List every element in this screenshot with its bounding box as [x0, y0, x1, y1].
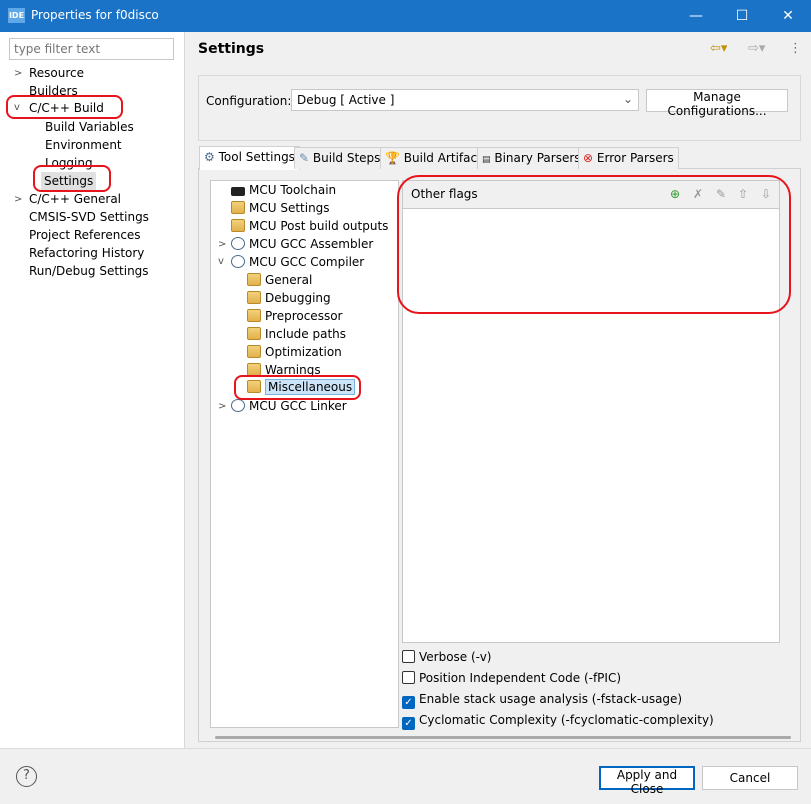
fpic-checkbox[interactable]: Position Independent Code (-fPIC) [402, 671, 621, 685]
folder-settings-icon [247, 273, 261, 286]
stack-usage-checkbox[interactable]: ✓ Enable stack usage analysis (-fstack-us… [402, 692, 682, 709]
tree-item-general[interactable]: General [247, 273, 312, 287]
tree-item-preprocessor[interactable]: Preprocessor [247, 309, 342, 323]
maximize-button[interactable]: ☐ [719, 0, 765, 32]
tree-item-debugging[interactable]: Debugging [247, 291, 331, 305]
tree-item-gcc-compiler[interactable]: MCU GCC Compiler [231, 255, 364, 269]
configuration-select[interactable]: Debug [ Active ] ⌄ [291, 89, 639, 111]
folder-settings-icon [231, 201, 245, 214]
annotation-highlight [234, 375, 361, 400]
back-arrow-icon[interactable]: ⇦▾ [710, 41, 727, 56]
tab-binary-parsers[interactable]: ▤ Binary Parsers [477, 147, 586, 169]
annotation-highlight [6, 95, 123, 119]
tree-item-cmsis-svd[interactable]: CMSIS-SVD Settings [29, 210, 149, 224]
tab-build-artifact[interactable]: 🏆 Build Artifact [380, 147, 487, 169]
tree-item-refactoring-history[interactable]: Refactoring History [29, 246, 144, 260]
configuration-label: Configuration: [206, 94, 292, 108]
tree-item-environment[interactable]: Environment [45, 138, 122, 152]
help-icon[interactable]: ? [16, 766, 37, 787]
chevron-down-icon: ⌄ [622, 92, 633, 106]
page-title: Settings [198, 41, 265, 57]
folder-settings-icon [247, 327, 261, 340]
divider [0, 748, 811, 749]
annotation-highlight [33, 165, 111, 192]
tab-tool-settings[interactable]: ⚙ Tool Settings [199, 146, 300, 170]
gear-icon [231, 399, 245, 412]
checkmark-icon: ✓ [402, 696, 415, 709]
folder-settings-icon [231, 219, 245, 232]
chevron-right-icon[interactable]: > [218, 401, 226, 412]
tree-item-mcu-settings[interactable]: MCU Settings [231, 201, 330, 215]
title-bar: IDE Properties for f0disco — ☐ ✕ [0, 0, 811, 32]
more-menu-icon[interactable]: ⋮ [789, 41, 802, 56]
tab-error-parsers[interactable]: ⊗ Error Parsers [578, 147, 679, 169]
chevron-down-icon[interactable]: v [218, 256, 224, 267]
horizontal-scrollbar[interactable] [215, 736, 791, 739]
gear-icon [231, 255, 245, 268]
forward-arrow-icon[interactable]: ⇨▾ [748, 41, 765, 56]
tree-item-build-variables[interactable]: Build Variables [45, 120, 134, 134]
tree-item-gcc-linker[interactable]: MCU GCC Linker [231, 399, 347, 413]
tree-item-run-debug[interactable]: Run/Debug Settings [29, 264, 149, 278]
chevron-right-icon[interactable]: > [14, 68, 22, 79]
trophy-icon: 🏆 [385, 151, 400, 165]
ide-logo: IDE [8, 8, 25, 23]
checkmark-icon: ✓ [402, 717, 415, 730]
tree-item-project-references[interactable]: Project References [29, 228, 141, 242]
build-steps-icon: ✎ [299, 151, 310, 165]
configuration-value: Debug [ Active ] [297, 93, 395, 107]
tab-build-steps[interactable]: ✎ Build Steps [294, 147, 386, 169]
verbose-checkbox[interactable]: Verbose (-v) [402, 650, 491, 664]
cyclomatic-checkbox[interactable]: ✓ Cyclomatic Complexity (-fcyclomatic-com… [402, 713, 714, 730]
error-icon: ⊗ [583, 151, 594, 165]
manage-configurations-button[interactable]: Manage Configurations... [646, 89, 788, 118]
tree-item-mcu-post-build[interactable]: MCU Post build outputs [231, 219, 388, 233]
cancel-button[interactable]: Cancel [702, 766, 798, 790]
chip-icon [231, 187, 245, 196]
checkbox-icon [402, 650, 415, 663]
apply-and-close-button[interactable]: Apply and Close [599, 766, 695, 796]
window-title: Properties for f0disco [31, 8, 159, 22]
tree-item-include-paths[interactable]: Include paths [247, 327, 346, 341]
tree-item-mcu-toolchain[interactable]: MCU Toolchain [231, 183, 336, 197]
close-button[interactable]: ✕ [765, 0, 811, 32]
filter-input[interactable] [9, 38, 174, 60]
tree-item-gcc-assembler[interactable]: MCU GCC Assembler [231, 237, 373, 251]
tree-item-cpp-general[interactable]: C/C++ General [29, 192, 121, 206]
checkbox-icon [402, 671, 415, 684]
tree-item-optimization[interactable]: Optimization [247, 345, 342, 359]
minimize-button[interactable]: — [673, 0, 719, 32]
chevron-right-icon[interactable]: > [14, 194, 22, 205]
folder-settings-icon [247, 345, 261, 358]
gear-icon [231, 237, 245, 250]
chevron-right-icon[interactable]: > [218, 239, 226, 250]
folder-settings-icon [247, 309, 261, 322]
annotation-highlight [397, 175, 791, 314]
binary-icon: ▤ [482, 155, 491, 165]
tool-settings-icon: ⚙ [204, 150, 215, 164]
tree-item-resource[interactable]: Resource [29, 66, 84, 80]
folder-settings-icon [247, 291, 261, 304]
